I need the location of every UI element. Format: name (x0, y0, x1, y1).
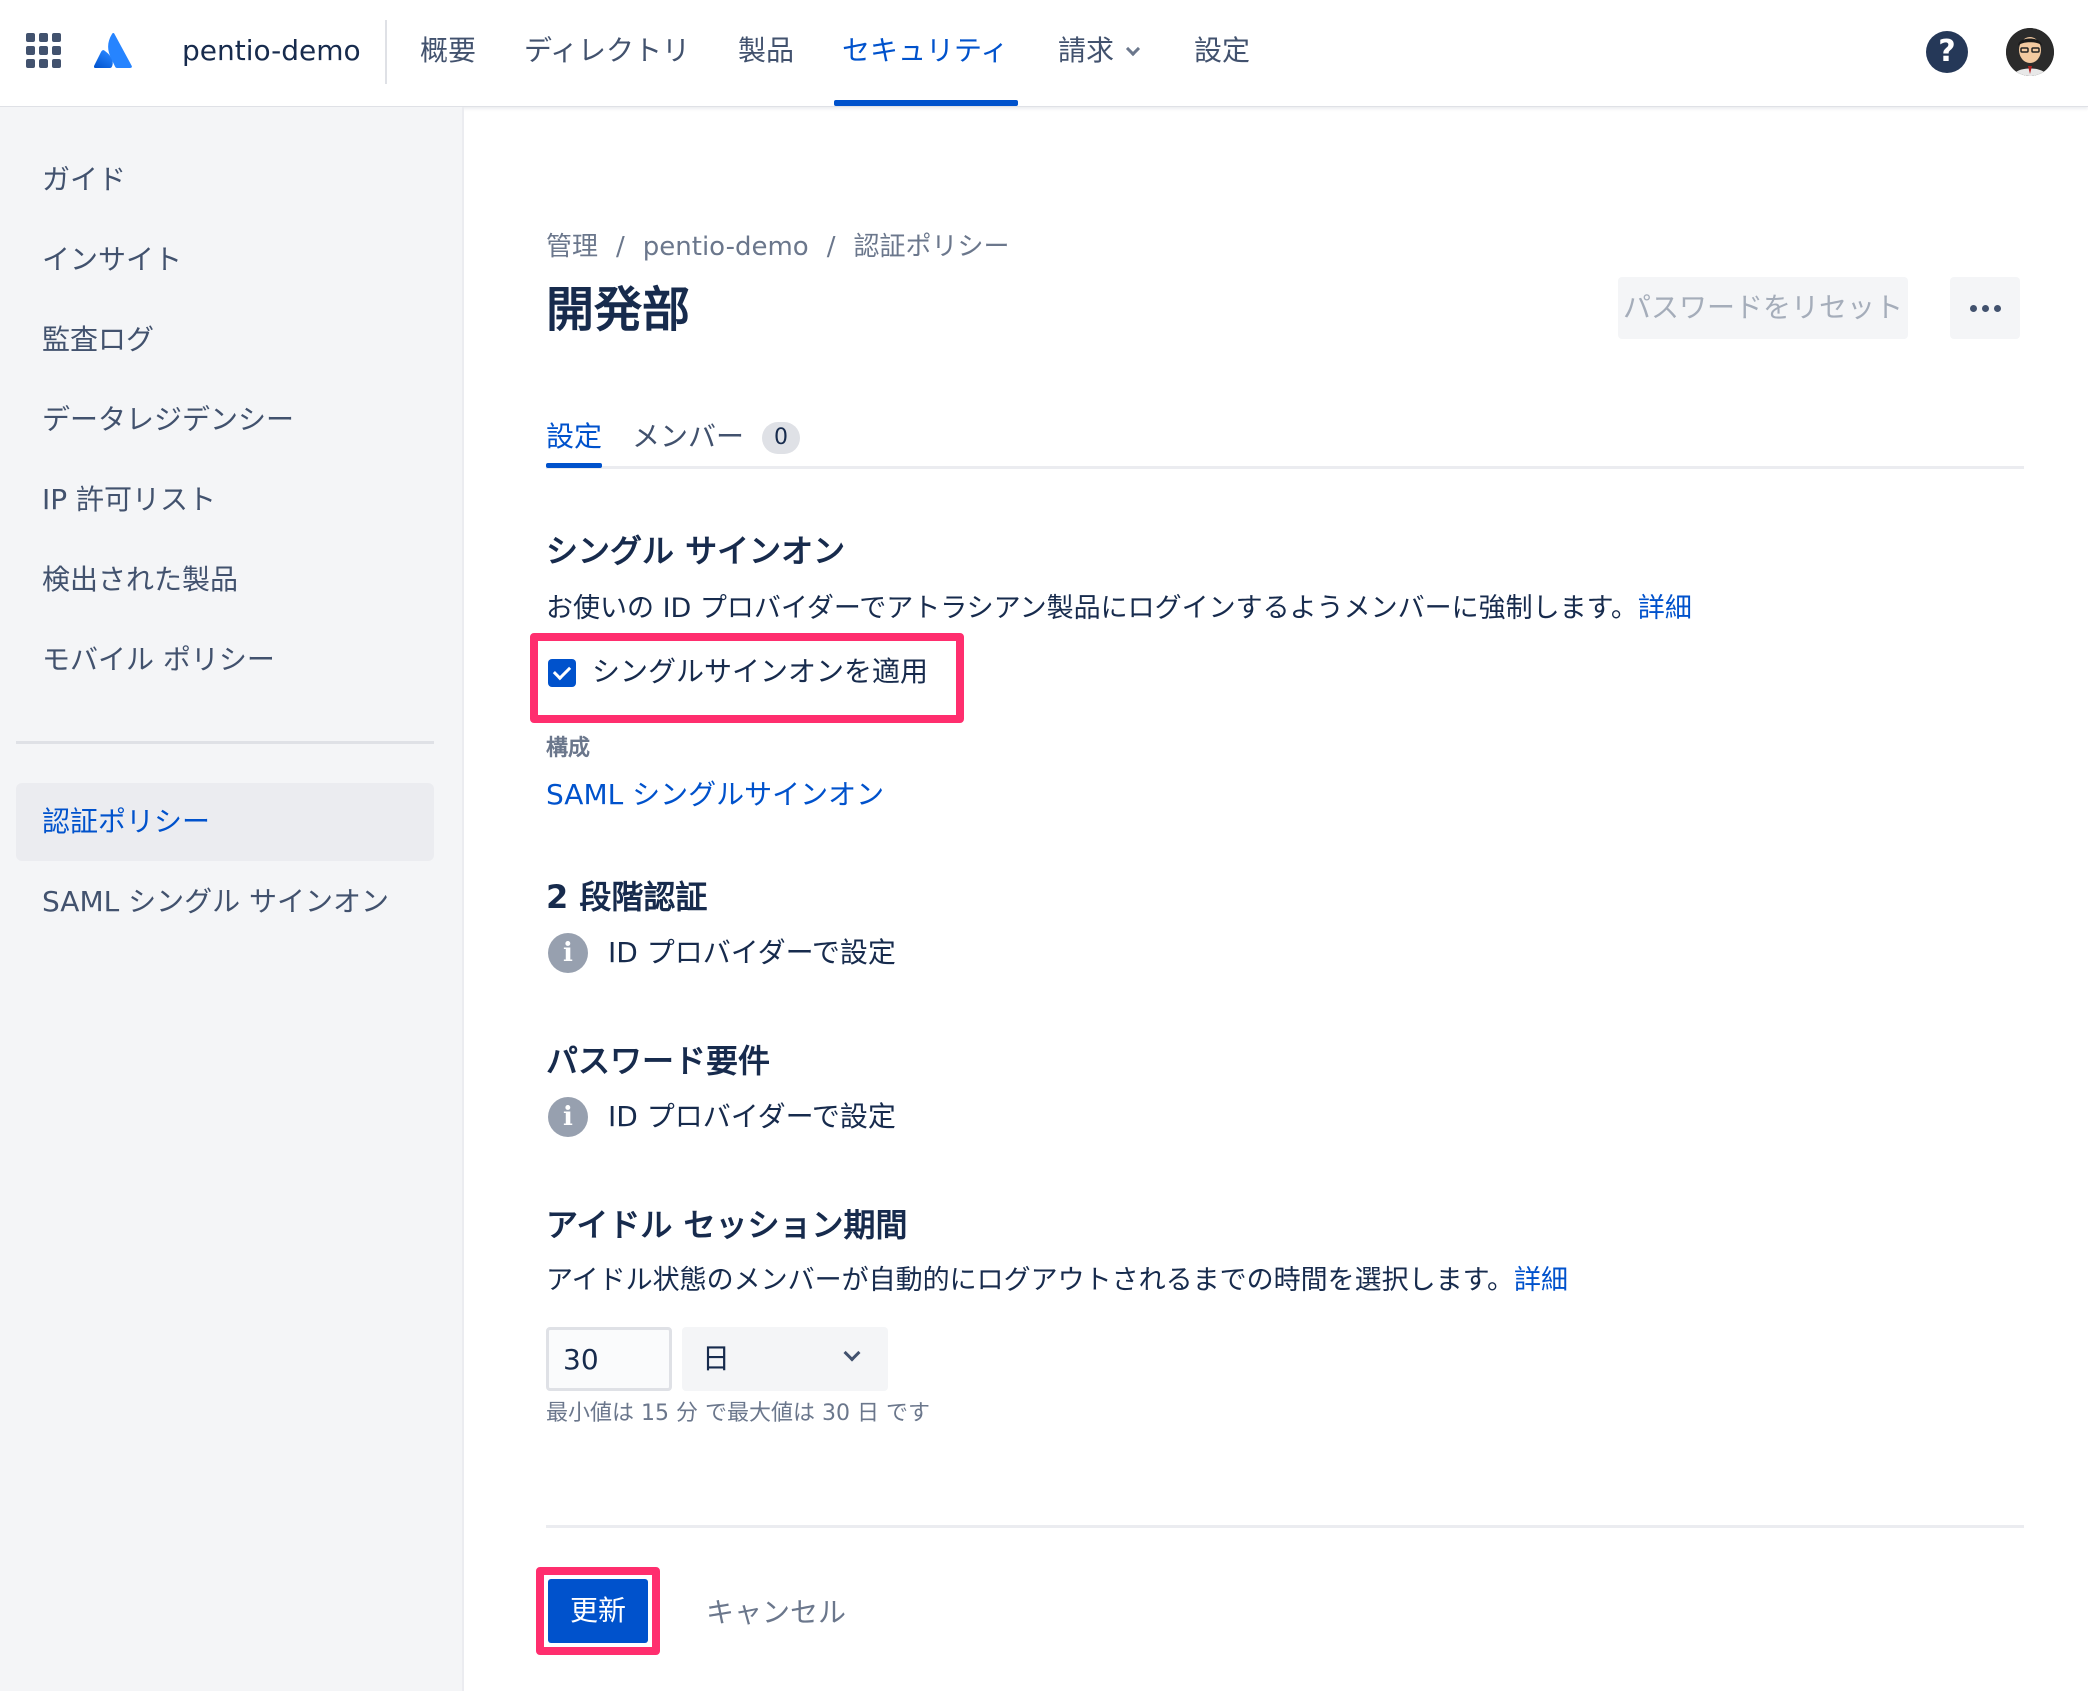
sso-title: シングル サインオン (546, 532, 846, 570)
sidebar: ガイド インサイト 監査ログ データレジデンシー IP 許可リスト 検出された製… (0, 107, 464, 1691)
idle-duration-input[interactable] (546, 1327, 672, 1391)
tab-active-indicator (546, 463, 602, 468)
nav-settings[interactable]: 設定 (1194, 30, 1250, 72)
two-factor-info-text: ID プロバイダーで設定 (608, 936, 896, 969)
nav-active-indicator (834, 100, 1018, 106)
idle-session-title: アイドル セッション期間 (546, 1206, 908, 1244)
two-factor-title: 2 段階認証 (546, 878, 708, 916)
breadcrumb-admin[interactable]: 管理 (546, 232, 598, 262)
chevron-down-icon (843, 1344, 861, 1362)
sidebar-divider (16, 741, 434, 744)
nav-divider (385, 20, 387, 84)
update-button[interactable]: 更新 (548, 1579, 648, 1643)
sidebar-item-guide[interactable]: ガイド (16, 141, 434, 219)
breadcrumb-separator: / (616, 232, 625, 262)
sso-details-link[interactable]: 詳細 (1638, 593, 1692, 624)
nav-billing-label: 請求 (1058, 34, 1115, 67)
sso-enforce-checkbox[interactable] (548, 659, 576, 687)
password-title: パスワード要件 (546, 1042, 771, 1080)
tab-members-label: メンバー (632, 420, 745, 453)
nav-security[interactable]: セキュリティ (842, 30, 1008, 72)
sidebar-item-auth-policy[interactable]: 認証ポリシー (16, 783, 434, 861)
idle-unit-select[interactable]: 日 (682, 1327, 888, 1391)
sidebar-item-saml-sso[interactable]: SAML シングル サインオン (16, 863, 434, 941)
info-icon: i (548, 933, 588, 973)
update-highlight: 更新 (536, 1567, 660, 1655)
breadcrumb-org[interactable]: pentio-demo (643, 232, 809, 262)
breadcrumb-auth-policy[interactable]: 認証ポリシー (853, 232, 1009, 262)
info-icon: i (548, 1097, 588, 1137)
sidebar-item-data-residency[interactable]: データレジデンシー (16, 381, 434, 459)
chevron-down-icon (1125, 41, 1141, 57)
more-icon[interactable] (1950, 277, 2020, 339)
page-title: 開発部 (546, 282, 691, 338)
help-icon[interactable]: ? (1926, 31, 1968, 73)
nav-overview[interactable]: 概要 (420, 30, 476, 72)
sidebar-item-audit-log[interactable]: 監査ログ (16, 301, 434, 379)
footer-divider (546, 1525, 2024, 1528)
sso-description: お使いの ID プロバイダーでアトラシアン製品にログインするようメンバーに強制し… (546, 589, 1692, 629)
reset-password-button[interactable]: パスワードをリセット (1618, 277, 1908, 339)
nav-billing[interactable]: 請求 (1058, 30, 1141, 72)
nav-products[interactable]: 製品 (738, 30, 794, 72)
sso-enforce-highlight: シングルサインオンを適用 (530, 633, 964, 723)
sso-enforce-label[interactable]: シングルサインオンを適用 (592, 651, 928, 693)
idle-session-description-text: アイドル状態のメンバーが自動的にログアウトされるまでの時間を選択します。 (546, 1265, 1514, 1296)
app-switcher-icon[interactable] (26, 33, 62, 69)
config-label: 構成 (546, 736, 591, 761)
breadcrumb: 管理 / pentio-demo / 認証ポリシー (546, 229, 1009, 265)
top-navigation: pentio-demo 概要 ディレクトリ 製品 セキュリティ 請求 設定 ? (0, 0, 2088, 107)
atlassian-logo-icon[interactable] (94, 32, 132, 70)
tab-settings[interactable]: 設定 (546, 417, 602, 457)
org-name[interactable]: pentio-demo (182, 30, 361, 72)
tab-members[interactable]: メンバー 0 (632, 417, 801, 457)
nav-directory[interactable]: ディレクトリ (524, 30, 690, 72)
password-info-text: ID プロバイダーで設定 (608, 1100, 896, 1133)
idle-duration-hint: 最小値は 15 分 で最大値は 30 日 です (546, 1401, 930, 1426)
sidebar-item-insights[interactable]: インサイト (16, 221, 434, 299)
idle-session-description: アイドル状態のメンバーが自動的にログアウトされるまでの時間を選択します。詳細 (546, 1261, 1568, 1301)
saml-sso-link[interactable]: SAML シングルサインオン (546, 775, 884, 815)
sso-description-text: お使いの ID プロバイダーでアトラシアン製品にログインするようメンバーに強制し… (546, 593, 1638, 624)
cancel-button[interactable]: キャンセル (706, 1583, 846, 1643)
breadcrumb-separator: / (826, 232, 836, 262)
members-count-badge: 0 (762, 422, 801, 454)
sidebar-item-discovered-products[interactable]: 検出された製品 (16, 541, 434, 619)
idle-session-details-link[interactable]: 詳細 (1514, 1265, 1568, 1296)
avatar[interactable] (2006, 28, 2054, 76)
idle-unit-value: 日 (702, 1342, 731, 1375)
tab-bar: 設定 メンバー 0 (546, 407, 2024, 469)
sidebar-item-mobile-policy[interactable]: モバイル ポリシー (16, 621, 434, 699)
sidebar-item-ip-allowlist[interactable]: IP 許可リスト (16, 461, 434, 539)
